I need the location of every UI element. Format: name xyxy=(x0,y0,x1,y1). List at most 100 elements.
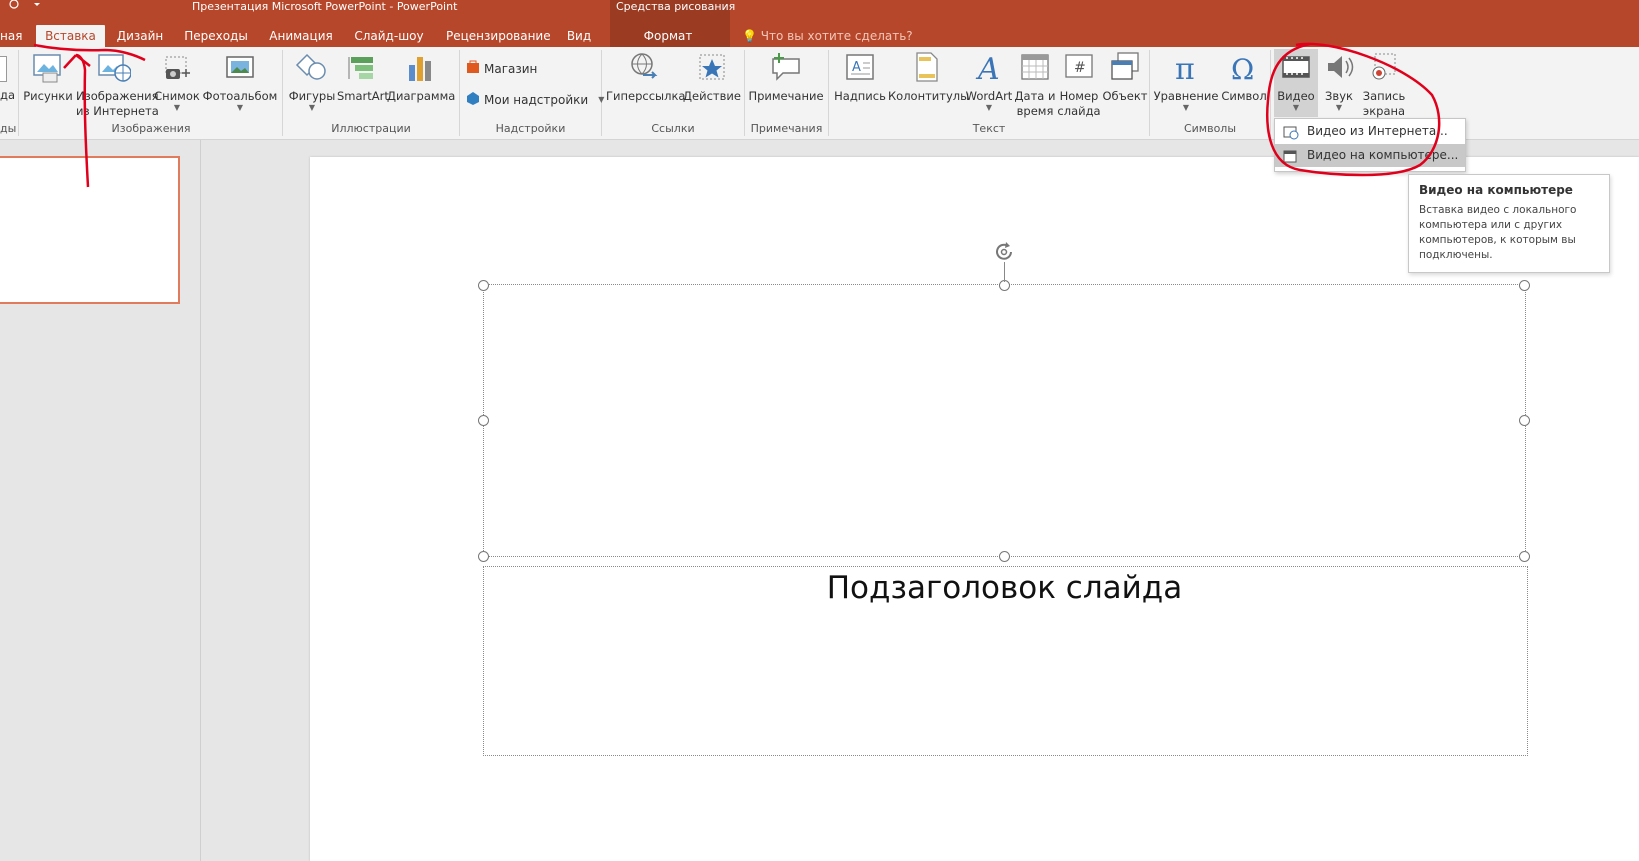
chevron-down-icon: ▼ xyxy=(598,94,605,104)
group-label-images: Изображения xyxy=(111,122,191,135)
group-label-illustrations: Иллюстрации xyxy=(331,122,411,135)
comment-button[interactable]: Примечание xyxy=(748,51,824,104)
menu-item-video-on-pc[interactable]: Видео на компьютере... xyxy=(1275,144,1465,167)
resize-handle[interactable] xyxy=(1519,280,1530,291)
group-separator xyxy=(18,50,19,136)
tab-animations[interactable]: Анимация xyxy=(268,25,334,47)
title-placeholder[interactable] xyxy=(483,284,1526,557)
resize-handle[interactable] xyxy=(478,415,489,426)
tooltip: Видео на компьютере Вставка видео с лока… xyxy=(1408,174,1610,273)
shapes-icon xyxy=(295,51,329,87)
video-button[interactable]: Видео ▼ xyxy=(1274,49,1318,117)
chevron-down-icon: ▼ xyxy=(173,103,181,112)
video-dropdown-menu: Видео из Интернета... Видео на компьютер… xyxy=(1274,118,1466,172)
online-images-button[interactable]: Изображения из Интернета xyxy=(76,51,159,119)
store-button[interactable]: Магазин xyxy=(466,60,537,77)
tooltip-title: Видео на компьютере xyxy=(1419,183,1573,197)
tab-transitions[interactable]: Переходы xyxy=(183,25,249,47)
resize-handle[interactable] xyxy=(1519,551,1530,562)
tab-insert[interactable]: Вставка xyxy=(36,25,105,47)
chevron-down-icon: ▼ xyxy=(1182,103,1190,112)
tell-me-search[interactable]: 💡 Что вы хотите сделать? xyxy=(742,25,913,47)
group-label-slides: ды xyxy=(0,122,17,135)
tab-slideshow[interactable]: Слайд-шоу xyxy=(354,25,424,47)
audio-button[interactable]: Звук ▼ xyxy=(1318,51,1360,112)
wordart-icon: A xyxy=(972,51,1006,87)
tooltip-body: Вставка видео с локального компьютера ил… xyxy=(1419,204,1577,261)
tab-design[interactable]: Дизайн xyxy=(115,25,165,47)
screenshot-button[interactable]: Снимок ▼ xyxy=(152,51,202,112)
omega-icon: Ω xyxy=(1227,51,1261,87)
textbox-icon: A xyxy=(843,51,877,87)
group-label-addins: Надстройки xyxy=(495,122,566,135)
my-addins-button[interactable]: Мои надстройки ▼ xyxy=(466,91,604,108)
date-time-button[interactable]: Дата и время xyxy=(1014,51,1056,119)
textbox-button[interactable]: A Надпись xyxy=(832,51,888,104)
new-slide-icon[interactable] xyxy=(0,56,7,82)
chart-button[interactable]: Диаграмма xyxy=(387,51,455,104)
hyperlink-button[interactable]: Гиперссылка xyxy=(606,51,685,104)
slide-thumbnail[interactable] xyxy=(0,156,180,304)
header-footer-button[interactable]: Колонтитулы xyxy=(888,51,969,104)
resize-handle[interactable] xyxy=(478,551,489,562)
new-slide-label: да xyxy=(0,88,15,102)
svg-text:Ω: Ω xyxy=(1231,53,1254,83)
lightbulb-icon: 💡 xyxy=(742,29,757,43)
shapes-button[interactable]: Фигуры ▼ xyxy=(287,51,337,112)
film-icon xyxy=(1279,51,1313,87)
svg-text:A: A xyxy=(975,52,1000,83)
chart-icon xyxy=(403,51,437,87)
quick-access-icon[interactable] xyxy=(0,0,40,15)
pictures-button[interactable]: Рисунки xyxy=(20,51,76,104)
object-button[interactable]: Объект xyxy=(1102,51,1148,104)
header-footer-icon xyxy=(909,51,943,87)
group-label-links: Ссылки xyxy=(651,122,695,135)
symbol-button[interactable]: Ω Символ xyxy=(1220,51,1268,104)
group-label-symbols: Символы xyxy=(1183,122,1237,135)
store-icon xyxy=(466,60,480,77)
smartart-icon xyxy=(345,51,379,87)
svg-text:π: π xyxy=(1175,52,1195,83)
window-title: Презентация Microsoft PowerPoint - Power… xyxy=(192,0,458,13)
screen-recording-button[interactable]: Запись экрана xyxy=(1360,51,1408,119)
rotate-handle-icon[interactable] xyxy=(992,240,1018,268)
tab-home[interactable]: ная xyxy=(0,25,26,47)
slide-number-button[interactable]: # Номер слайда xyxy=(1056,51,1102,119)
addins-icon xyxy=(466,91,480,108)
tab-review[interactable]: Рецензирование xyxy=(446,25,551,47)
chevron-down-icon: ▼ xyxy=(1335,103,1343,112)
photo-album-button[interactable]: Фотоальбом ▼ xyxy=(202,51,278,112)
svg-text:A: A xyxy=(852,60,861,75)
resize-handle[interactable] xyxy=(1519,415,1530,426)
camera-icon xyxy=(160,51,194,87)
online-images-icon xyxy=(97,51,132,87)
pi-icon: π xyxy=(1169,51,1203,87)
star-action-icon xyxy=(695,51,729,87)
resize-handle[interactable] xyxy=(999,551,1010,562)
hyperlink-icon xyxy=(627,51,661,87)
smartart-button[interactable]: SmartArt xyxy=(337,51,389,104)
resize-handle[interactable] xyxy=(478,280,489,291)
slide-number-icon: # xyxy=(1062,51,1096,87)
action-button[interactable]: Действие xyxy=(682,51,742,104)
group-separator xyxy=(1270,50,1271,136)
equation-button[interactable]: π Уравнение ▼ xyxy=(1152,51,1220,112)
wordart-button[interactable]: A WordArt ▼ xyxy=(964,51,1014,112)
comment-icon xyxy=(769,51,803,87)
object-icon xyxy=(1108,51,1142,87)
tell-me-placeholder: Что вы хотите сделать? xyxy=(760,29,913,43)
tab-format[interactable]: Формат xyxy=(628,25,708,47)
screen-recording-icon xyxy=(1367,51,1401,87)
context-group-label: Средства рисования xyxy=(616,0,736,13)
chevron-down-icon: ▼ xyxy=(236,103,244,112)
tab-view[interactable]: Вид xyxy=(564,25,594,47)
chevron-down-icon: ▼ xyxy=(308,103,316,112)
speaker-icon xyxy=(1322,51,1356,87)
photo-album-icon xyxy=(223,51,257,87)
chevron-down-icon: ▼ xyxy=(985,103,993,112)
svg-text:#: # xyxy=(1074,60,1086,76)
subtitle-text[interactable]: Подзаголовок слайда xyxy=(483,570,1526,606)
video-file-icon xyxy=(1283,149,1299,172)
menu-item-online-video[interactable]: Видео из Интернета... xyxy=(1275,120,1465,143)
pictures-icon xyxy=(31,51,65,87)
